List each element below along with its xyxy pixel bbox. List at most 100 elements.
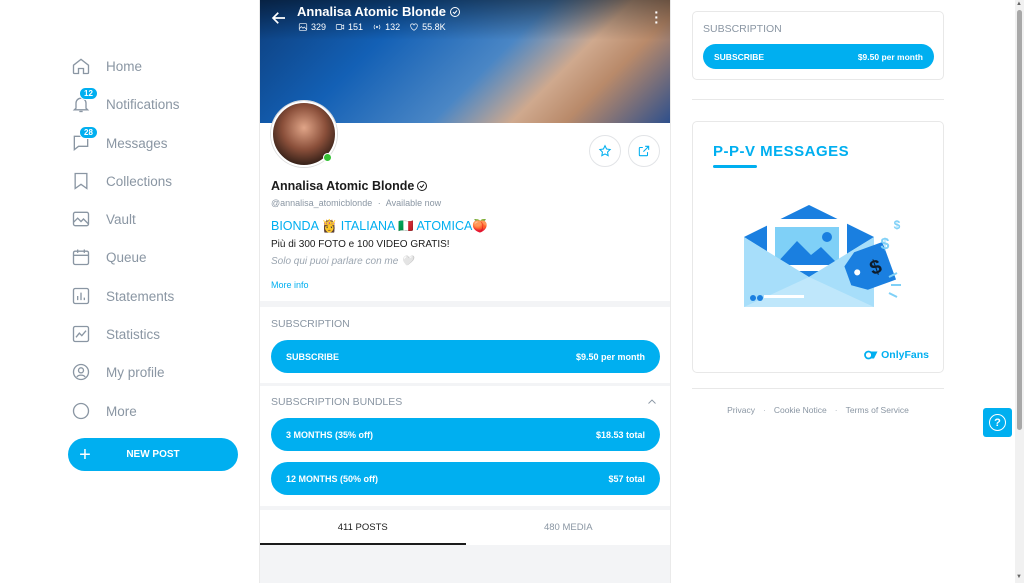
sidebar-item-label: My profile bbox=[106, 364, 165, 380]
right-subscription-card: SUBSCRIPTION SUBSCRIBE $9.50 per month bbox=[692, 11, 944, 80]
photos-stat: 329 bbox=[298, 22, 326, 32]
separator-dot: · bbox=[834, 405, 838, 415]
home-icon bbox=[70, 55, 92, 77]
sidebar-item-home[interactable]: Home bbox=[70, 51, 142, 81]
header-name: Annalisa Atomic Blonde bbox=[297, 4, 447, 19]
profile-handle: @annalisa_atomicblonde bbox=[271, 198, 373, 208]
right-subscribe-label: SUBSCRIBE bbox=[714, 51, 765, 62]
footer-links: Privacy · Cookie Notice · Terms of Servi… bbox=[692, 405, 944, 415]
sidebar-item-label: Home bbox=[106, 58, 143, 74]
sidebar-item-label: Vault bbox=[106, 211, 136, 227]
video-icon bbox=[335, 24, 345, 30]
sidebar-item-vault[interactable]: Vault bbox=[70, 204, 136, 234]
content-tabs: 411 POSTS 480 MEDIA bbox=[260, 510, 671, 545]
tab-media[interactable]: 480 MEDIA bbox=[466, 510, 671, 545]
profile-name-text: Annalisa Atomic Blonde bbox=[271, 179, 415, 193]
promo-title: P-P-V MESSAGES bbox=[713, 143, 850, 160]
bundle-label: 3 MONTHS (35% off) bbox=[286, 429, 374, 440]
right-subscription-heading: SUBSCRIPTION bbox=[703, 23, 782, 35]
heart-icon bbox=[410, 23, 418, 31]
bundles-card: SUBSCRIPTION BUNDLES 3 MONTHS (35% off) … bbox=[260, 386, 670, 506]
more-circle-icon bbox=[70, 400, 92, 422]
cover-image: Annalisa Atomic Blonde 329 151 132 55.8K… bbox=[260, 0, 670, 123]
svg-text:$: $ bbox=[881, 236, 890, 253]
likes-count: 55.8K bbox=[422, 22, 446, 32]
bundles-heading: SUBSCRIPTION BUNDLES bbox=[271, 396, 403, 408]
separator-dot: · bbox=[762, 405, 766, 415]
sidebar-item-notifications[interactable]: 12 Notifications bbox=[70, 87, 180, 119]
sidebar-item-more[interactable]: More bbox=[70, 396, 137, 426]
bundle-12-months-button[interactable]: 12 MONTHS (50% off) $57 total bbox=[271, 462, 660, 495]
brand-name: OnlyFans bbox=[881, 349, 929, 361]
sidebar: Home 12 Notifications 28 Messages Collec… bbox=[0, 0, 259, 583]
profile-stats: 329 151 132 55.8K bbox=[298, 22, 446, 32]
sidebar-item-statistics[interactable]: Statistics bbox=[70, 319, 160, 349]
share-button[interactable] bbox=[628, 135, 660, 167]
sidebar-item-label: Statements bbox=[106, 288, 175, 304]
bundle-price: $18.53 total bbox=[595, 429, 645, 440]
back-arrow-icon[interactable] bbox=[270, 9, 288, 27]
calendar-icon bbox=[70, 246, 92, 268]
scroll-down-arrow-icon[interactable]: ▼ bbox=[1016, 574, 1022, 580]
scrollbar-thumb[interactable] bbox=[1017, 10, 1022, 430]
onlyfans-logo-icon bbox=[864, 350, 878, 360]
availability-status: Available now bbox=[385, 198, 442, 208]
subscription-card: SUBSCRIPTION SUBSCRIBE $9.50 per month bbox=[260, 307, 670, 383]
tab-posts[interactable]: 411 POSTS bbox=[260, 510, 466, 545]
bar-chart-icon bbox=[70, 285, 92, 307]
sidebar-item-queue[interactable]: Queue bbox=[70, 242, 147, 272]
sidebar-item-label: Notifications bbox=[106, 96, 180, 112]
notification-count-badge: 12 bbox=[79, 87, 98, 100]
bio-line-1: BIONDA 👸 ITALIANA 🇮🇹 ATOMICA🍑 bbox=[271, 219, 488, 233]
sidebar-item-collections[interactable]: Collections bbox=[70, 166, 172, 196]
new-post-label: NEW POST bbox=[126, 449, 180, 460]
chevron-up-icon[interactable] bbox=[646, 395, 658, 407]
favorite-button[interactable] bbox=[589, 135, 621, 167]
bundle-price: $57 total bbox=[608, 473, 645, 484]
more-options-icon[interactable]: · · · bbox=[654, 5, 659, 29]
message-count-badge: 28 bbox=[79, 126, 98, 139]
sidebar-item-statements[interactable]: Statements bbox=[70, 281, 174, 311]
sidebar-item-label: Messages bbox=[106, 135, 168, 151]
subscribe-button[interactable]: SUBSCRIBE $9.50 per month bbox=[271, 340, 660, 373]
bundle-3-months-button[interactable]: 3 MONTHS (35% off) $18.53 total bbox=[271, 418, 660, 451]
new-post-button[interactable]: + NEW POST bbox=[68, 438, 238, 471]
divider bbox=[692, 388, 944, 389]
verified-icon bbox=[417, 181, 428, 191]
header-title: Annalisa Atomic Blonde bbox=[297, 4, 461, 19]
more-info-link[interactable]: More info bbox=[271, 280, 309, 290]
subscription-heading: SUBSCRIPTION bbox=[271, 318, 350, 330]
user-circle-icon bbox=[70, 361, 92, 383]
sidebar-item-messages[interactable]: 28 Messages bbox=[70, 126, 168, 158]
onlyfans-logo: OnlyFans bbox=[864, 349, 929, 361]
profile-column: Annalisa Atomic Blonde 329 151 132 55.8K… bbox=[259, 0, 671, 583]
profile-name: Annalisa Atomic Blonde bbox=[271, 179, 428, 193]
bell-icon: 12 bbox=[70, 87, 98, 115]
help-button[interactable]: ? bbox=[983, 408, 1012, 437]
verified-icon bbox=[450, 6, 461, 17]
privacy-link[interactable]: Privacy bbox=[727, 405, 755, 415]
envelope-price-tag-illustration: $ $ $ bbox=[744, 205, 901, 307]
bundle-label: 12 MONTHS (50% off) bbox=[286, 473, 379, 484]
cookie-notice-link[interactable]: Cookie Notice bbox=[774, 405, 827, 415]
share-icon bbox=[638, 145, 650, 157]
page: Home 12 Notifications 28 Messages Collec… bbox=[0, 0, 1024, 583]
sidebar-item-label: Queue bbox=[106, 249, 147, 265]
online-status-dot bbox=[323, 153, 332, 162]
likes-stat: 55.8K bbox=[409, 22, 446, 32]
photo-icon bbox=[298, 23, 308, 31]
promo-underline bbox=[713, 165, 757, 168]
sidebar-item-my-profile[interactable]: My profile bbox=[70, 357, 165, 387]
photos-count: 329 bbox=[311, 22, 327, 32]
sidebar-item-label: More bbox=[106, 403, 137, 419]
ppv-messages-promo[interactable]: P-P-V MESSAGES $ $ $ OnlyFans bbox=[692, 121, 944, 373]
videos-stat: 151 bbox=[335, 22, 363, 32]
right-subscribe-button[interactable]: SUBSCRIBE $9.50 per month bbox=[703, 44, 934, 69]
stream-icon bbox=[373, 24, 381, 30]
scroll-up-arrow-icon[interactable]: ▲ bbox=[1016, 1, 1022, 7]
streams-stat: 132 bbox=[372, 22, 400, 32]
subscribe-label: SUBSCRIBE bbox=[286, 351, 340, 362]
sidebar-item-label: Statistics bbox=[106, 326, 161, 342]
terms-of-service-link[interactable]: Terms of Service bbox=[846, 405, 909, 415]
divider bbox=[692, 99, 944, 100]
